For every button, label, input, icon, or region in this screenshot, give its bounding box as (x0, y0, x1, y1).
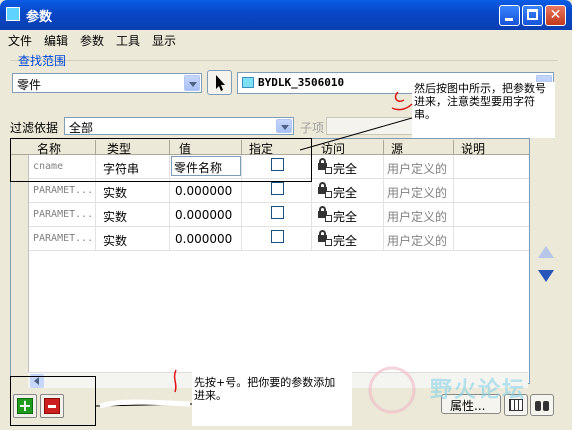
forum-watermark: 野火论坛 (430, 378, 527, 403)
annotation-marks (95, 91, 416, 414)
